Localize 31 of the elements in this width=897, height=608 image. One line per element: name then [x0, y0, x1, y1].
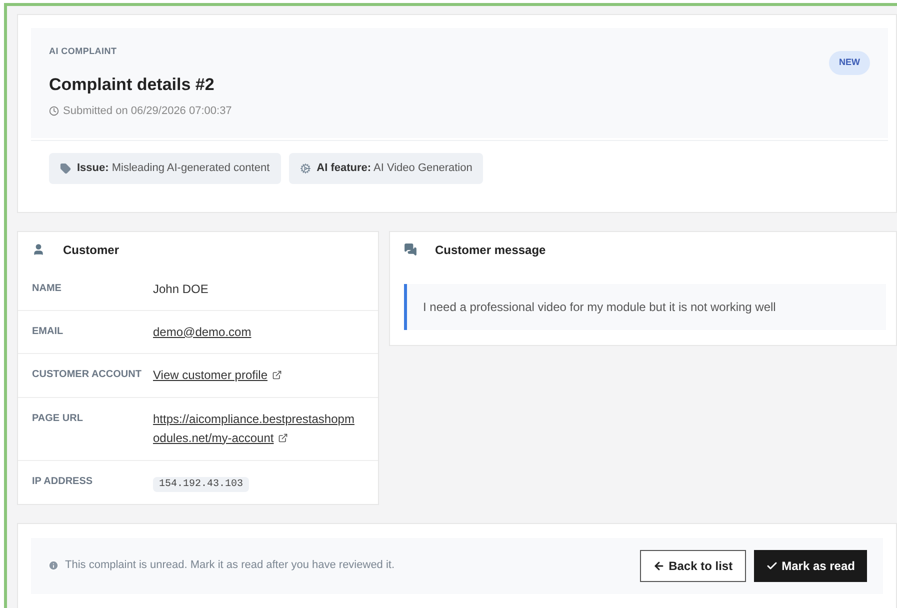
- email-link[interactable]: demo@demo.com: [153, 324, 252, 338]
- field-label: IP ADDRESS: [32, 474, 94, 488]
- tag-text: AI feature: AI Video Generation: [316, 160, 472, 176]
- message-quote: I need a professional video for my module but it is not working well: [404, 284, 886, 330]
- unread-notice: This complaint is unread. Mark it as read after you have reviewed it.: [65, 558, 395, 574]
- info-icon: [48, 560, 59, 571]
- field-label: EMAIL: [32, 324, 64, 338]
- arrow-left-icon: [652, 560, 665, 572]
- field-value: John DOE: [153, 282, 208, 296]
- card-title: Customer: [63, 242, 120, 258]
- field-label: NAME: [32, 282, 62, 296]
- external-link-icon: [278, 433, 288, 444]
- mark-as-read-button[interactable]: Mark as read: [754, 550, 867, 582]
- check-icon: [766, 560, 778, 572]
- status-badge: NEW: [829, 51, 870, 74]
- tag-text: Issue: Misleading AI-generated content: [77, 160, 270, 176]
- external-link[interactable]: View customer profile: [153, 366, 282, 384]
- tag-icon: [60, 162, 71, 174]
- complaint-title: Complaint details #2: [49, 74, 216, 96]
- card-title: Customer message: [435, 242, 546, 258]
- chat-bubbles-icon: [404, 243, 417, 256]
- external-link-icon: [272, 370, 282, 380]
- clock-icon: [49, 106, 59, 116]
- external-link[interactable]: https://aicompliance.bestprestashopmodules.net/my-account: [153, 410, 359, 448]
- person-icon: [32, 243, 45, 256]
- field-label: PAGE URL: [32, 412, 84, 426]
- field-label: CUSTOMER ACCOUNT: [32, 368, 142, 382]
- back-to-list-button[interactable]: Back to list: [640, 550, 746, 582]
- submitted-date: Submitted on 06/29/2026 07:00:37: [63, 104, 232, 119]
- section-eyebrow: AI COMPLAINT: [49, 45, 118, 58]
- ip-address-code: 154.192.43.103: [153, 476, 250, 492]
